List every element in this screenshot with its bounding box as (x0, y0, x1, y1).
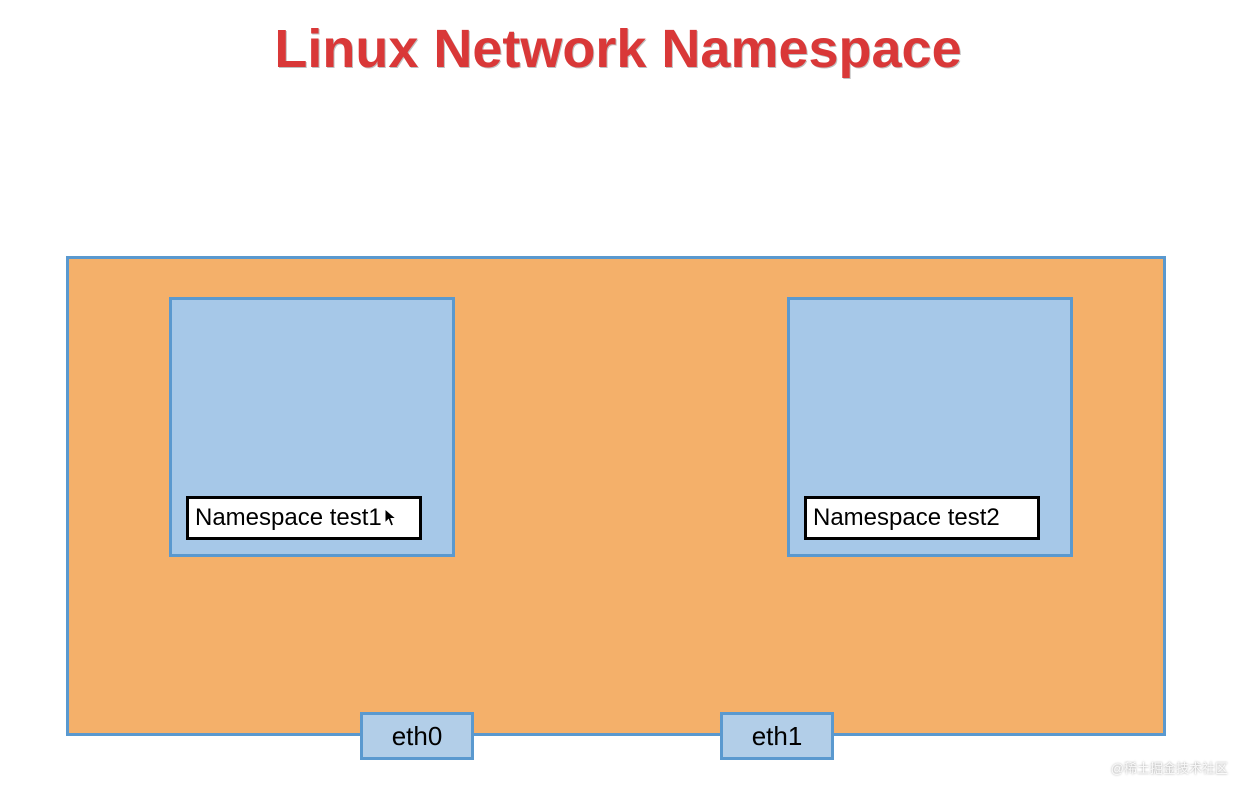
diagram-title: Linux Network Namespace (0, 18, 1236, 80)
namespace-box-test2: Namespace test2 (787, 297, 1073, 557)
namespace-label-test1: Namespace test1 (186, 496, 422, 540)
namespace-box-test1: Namespace test1 (169, 297, 455, 557)
interface-eth0: eth0 (360, 712, 474, 760)
host-container: Namespace test1 Namespace test2 (66, 256, 1166, 736)
namespace-label-test2: Namespace test2 (804, 496, 1040, 540)
watermark: @稀土掘金技术社区 (1111, 758, 1228, 777)
interface-eth1: eth1 (720, 712, 834, 760)
